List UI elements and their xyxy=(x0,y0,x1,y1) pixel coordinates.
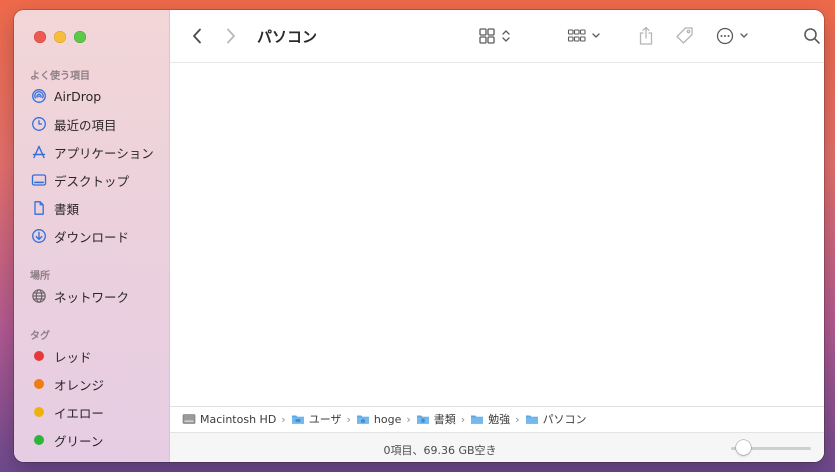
forward-button[interactable] xyxy=(222,25,240,47)
desktop-icon xyxy=(30,171,48,189)
folder-icon xyxy=(525,415,538,424)
path-separator: › xyxy=(346,412,351,426)
path-separator: › xyxy=(460,412,466,426)
path-crumb-pasokon[interactable]: パソコン xyxy=(525,411,587,427)
sidebar-item-airdrop[interactable]: AirDrop xyxy=(30,84,165,108)
more-actions-button[interactable] xyxy=(714,25,754,47)
tag-button[interactable] xyxy=(673,25,697,47)
chevron-left-icon xyxy=(193,28,201,44)
path-crumb-macintosh-hd[interactable]: Macintosh HD xyxy=(182,413,276,426)
search-icon xyxy=(804,28,820,44)
tags-section-label: タグ xyxy=(30,331,50,342)
sidebar-item-documents[interactable]: 書類 xyxy=(30,196,165,220)
airdrop-icon xyxy=(30,87,48,105)
sidebar-item-label: イエロー xyxy=(54,405,104,421)
sidebar-item-label: 書類 xyxy=(54,201,80,217)
share-button[interactable] xyxy=(635,24,657,48)
favorites-section-label: よく使う項目 xyxy=(30,71,90,82)
path-crumb-hoge[interactable]: hoge xyxy=(356,413,401,426)
locations-section-label: 場所 xyxy=(30,271,50,282)
sidebar-item-tag-orange[interactable]: オレンジ xyxy=(30,372,165,396)
view-mode-button[interactable] xyxy=(476,25,516,47)
status-bar: 0項目、69.36 GB空き xyxy=(170,432,824,462)
share-icon xyxy=(639,26,653,45)
sidebar-item-recents[interactable]: 最近の項目 xyxy=(30,112,165,136)
path-crumb-study[interactable]: 勉強 xyxy=(470,411,510,427)
window-title: パソコン xyxy=(257,28,318,46)
path-separator: › xyxy=(406,412,411,426)
path-crumb-users[interactable]: ユーザ xyxy=(291,411,342,427)
sidebar-item-label: ネットワーク xyxy=(54,289,130,305)
clock-icon xyxy=(30,115,48,133)
finder-window: よく使う項目 AirDrop 最近の項目 アプリケーション デスクトップ 書類 … xyxy=(14,10,824,462)
sidebar-item-applications[interactable]: アプリケーション xyxy=(30,140,165,164)
status-text: 0項目、69.36 GB空き xyxy=(383,444,497,457)
ellipsis-circle-icon xyxy=(716,27,748,45)
tag-icon xyxy=(676,27,693,44)
path-crumb-label: パソコン xyxy=(542,413,587,426)
sidebar-item-label: オレンジ xyxy=(54,377,105,393)
sidebar-item-label: デスクトップ xyxy=(54,173,130,189)
home-folder-icon xyxy=(356,415,369,424)
path-crumb-label: 書類 xyxy=(433,413,456,426)
hard-drive-icon xyxy=(182,414,196,424)
back-button[interactable] xyxy=(188,25,206,47)
sidebar-item-label: レッド xyxy=(54,349,92,365)
icon-view-grid-icon xyxy=(479,28,510,44)
toolbar: パソコン xyxy=(170,10,824,63)
path-crumb-label: Macintosh HD xyxy=(200,412,277,426)
file-list-area[interactable] xyxy=(170,63,824,406)
path-bar: Macintosh HD › ユーザ › hoge › 書類 › 勉強 › パソ… xyxy=(170,406,824,431)
sidebar-item-label: AirDrop xyxy=(54,88,102,104)
download-icon xyxy=(30,227,48,245)
tag-color-dot-icon xyxy=(30,347,48,365)
path-crumb-documents[interactable]: 書類 xyxy=(416,411,456,427)
path-separator: › xyxy=(281,412,286,426)
folder-icon xyxy=(416,415,429,424)
tag-color-dot-icon xyxy=(30,375,48,393)
sidebar-item-downloads[interactable]: ダウンロード xyxy=(30,224,165,248)
minimize-window-button[interactable] xyxy=(54,31,66,43)
path-crumb-label: ユーザ xyxy=(308,413,342,426)
applications-icon xyxy=(30,143,48,161)
sidebar-item-network[interactable]: ネットワーク xyxy=(30,284,165,308)
sidebar-item-label: 最近の項目 xyxy=(54,117,117,133)
path-crumb-label: 勉強 xyxy=(488,413,511,426)
sidebar-item-tag-red[interactable]: レッド xyxy=(30,344,165,368)
sidebar: よく使う項目 AirDrop 最近の項目 アプリケーション デスクトップ 書類 … xyxy=(14,10,170,462)
search-button[interactable] xyxy=(801,25,823,47)
group-grid-icon xyxy=(567,29,600,42)
globe-icon xyxy=(30,287,48,305)
tag-color-dot-icon xyxy=(30,431,48,449)
close-window-button[interactable] xyxy=(34,31,46,43)
zoom-window-button[interactable] xyxy=(74,31,86,43)
folder-icon xyxy=(291,415,304,424)
document-icon xyxy=(30,199,48,217)
sidebar-item-tag-yellow[interactable]: イエロー xyxy=(30,400,165,424)
folder-icon xyxy=(471,415,484,424)
chevron-right-icon xyxy=(227,28,235,44)
sidebar-item-tag-green[interactable]: グリーン xyxy=(30,428,165,452)
icon-size-slider-knob[interactable] xyxy=(736,440,751,455)
sidebar-item-label: グリーン xyxy=(54,433,104,449)
sidebar-item-label: ダウンロード xyxy=(54,229,130,245)
tag-color-dot-icon xyxy=(30,403,48,421)
sidebar-item-desktop[interactable]: デスクトップ xyxy=(30,168,165,192)
path-separator: › xyxy=(515,412,520,426)
path-crumb-label: hoge xyxy=(373,412,402,426)
sidebar-item-label: アプリケーション xyxy=(54,145,154,161)
group-by-button[interactable] xyxy=(566,25,606,47)
